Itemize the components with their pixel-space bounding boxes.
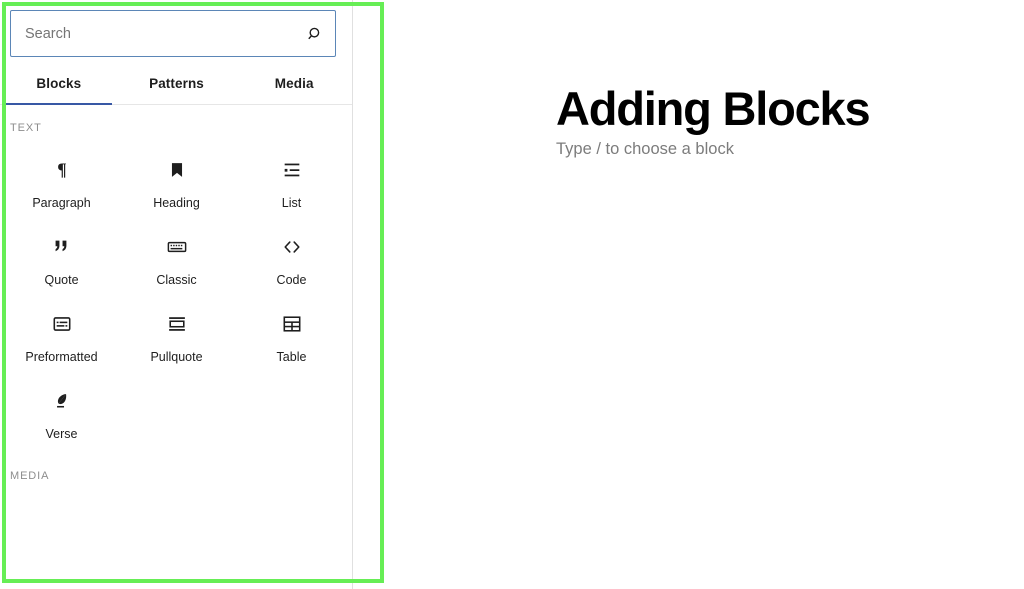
block-item-table[interactable]: Table	[234, 298, 349, 375]
search-icon[interactable]	[305, 24, 325, 44]
block-label: Classic	[156, 273, 197, 287]
block-inserter-panel: Blocks Patterns Media TEXT ¶ Paragraph	[0, 0, 353, 589]
editor-canvas[interactable]: Adding Blocks Type / to choose a block	[353, 0, 1024, 589]
page-title[interactable]: Adding Blocks	[556, 83, 871, 135]
block-label: Paragraph	[32, 196, 91, 210]
category-label-text: TEXT	[10, 122, 42, 134]
category-label-media: MEDIA	[10, 470, 50, 482]
heading-bookmark-icon	[165, 158, 189, 182]
block-label: List	[281, 196, 302, 210]
tab-media[interactable]: Media	[235, 63, 352, 104]
search-input[interactable]	[11, 11, 335, 56]
tab-blocks[interactable]: Blocks	[0, 63, 118, 105]
list-icon	[280, 158, 304, 182]
block-item-code[interactable]: Code	[234, 221, 349, 298]
quote-icon	[50, 235, 74, 259]
tab-media-label: Media	[274, 76, 314, 91]
block-label: Quote	[44, 273, 79, 287]
tab-blocks-label: Blocks	[36, 76, 82, 91]
inserter-tabs: Blocks Patterns Media	[0, 63, 352, 105]
block-label: Preformatted	[25, 350, 98, 364]
code-brackets-icon	[280, 235, 304, 259]
block-item-heading[interactable]: Heading	[119, 144, 234, 221]
block-item-quote[interactable]: Quote	[4, 221, 119, 298]
block-label: Verse	[45, 427, 78, 441]
keyboard-icon	[165, 235, 189, 259]
block-label: Code	[276, 273, 307, 287]
block-item-pullquote[interactable]: Pullquote	[119, 298, 234, 375]
block-label: Pullquote	[150, 350, 203, 364]
text-blocks-grid: ¶ Paragraph Heading List Quote Classic C…	[0, 144, 352, 452]
svg-text:¶: ¶	[57, 160, 66, 180]
paragraph-placeholder[interactable]: Type / to choose a block	[556, 140, 734, 159]
paragraph-icon: ¶	[50, 158, 74, 182]
tab-patterns-label: Patterns	[149, 76, 204, 91]
table-icon	[280, 312, 304, 336]
tab-patterns[interactable]: Patterns	[118, 63, 236, 104]
block-label: Heading	[153, 196, 200, 210]
block-item-verse[interactable]: Verse	[4, 375, 119, 452]
block-item-preformatted[interactable]: Preformatted	[4, 298, 119, 375]
block-item-classic[interactable]: Classic	[119, 221, 234, 298]
pullquote-icon	[165, 312, 189, 336]
inserter-block-list[interactable]: TEXT ¶ Paragraph Heading List Quote Clas…	[0, 106, 352, 589]
block-item-list[interactable]: List	[234, 144, 349, 221]
preformatted-icon	[50, 312, 74, 336]
verse-feather-icon	[50, 389, 74, 413]
block-item-paragraph[interactable]: ¶ Paragraph	[4, 144, 119, 221]
search-field-wrapper[interactable]	[10, 10, 336, 57]
block-label: Table	[276, 350, 307, 364]
